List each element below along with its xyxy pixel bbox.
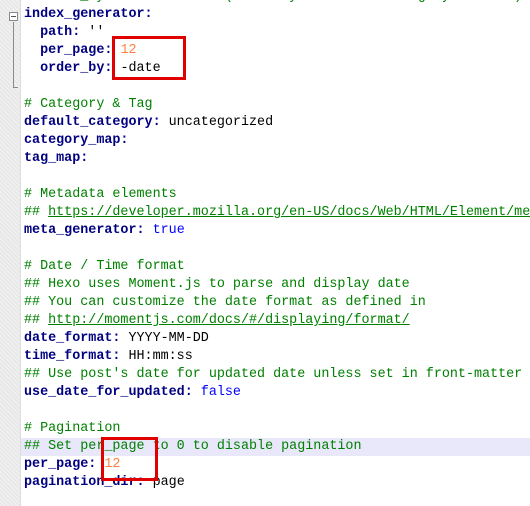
fold-guide-end bbox=[13, 87, 18, 88]
comment-url-link[interactable]: http://momentjs.com/docs/#/displaying/fo… bbox=[48, 313, 410, 328]
config-line[interactable]: index_generator: bbox=[24, 6, 530, 24]
editor-gutter bbox=[0, 0, 21, 506]
code-editor[interactable]: # order_by: Posts order. (Order by date … bbox=[21, 0, 530, 492]
config-line[interactable]: meta_generator: true bbox=[24, 222, 530, 240]
comment-text: # Category & Tag bbox=[24, 97, 153, 112]
config-value: '' bbox=[80, 25, 105, 40]
fold-collapse-icon[interactable] bbox=[9, 12, 18, 21]
comment-line[interactable]: # Metadata elements bbox=[24, 186, 530, 204]
config-line[interactable]: pagination_dir: page bbox=[24, 474, 530, 492]
comment-prefix: ## bbox=[24, 313, 49, 328]
config-value: HH:mm:ss bbox=[120, 349, 193, 364]
config-value: YYYY-MM-DD bbox=[120, 331, 209, 346]
blank-line[interactable] bbox=[24, 168, 530, 186]
comment-link-line[interactable]: ## http://momentjs.com/docs/#/displaying… bbox=[24, 312, 530, 330]
config-key: category_map: bbox=[24, 133, 129, 148]
config-key: order_by: bbox=[40, 61, 113, 76]
config-key: tag_map: bbox=[24, 151, 89, 166]
comment-line[interactable]: # Category & Tag bbox=[24, 96, 530, 114]
comment-line[interactable]: ## You can customize the date format as … bbox=[24, 294, 530, 312]
config-line[interactable]: per_page: 12 bbox=[24, 456, 530, 474]
comment-text: ## Use post's date for updated date unle… bbox=[24, 367, 523, 382]
config-key: date_format: bbox=[24, 331, 121, 346]
comment-line[interactable]: ## Set per_page to 0 to disable paginati… bbox=[21, 438, 530, 456]
config-value: false bbox=[192, 385, 241, 400]
config-key: path: bbox=[40, 25, 81, 40]
config-key: meta_generator: bbox=[24, 223, 145, 238]
config-line[interactable]: time_format: HH:mm:ss bbox=[24, 348, 530, 366]
config-line[interactable]: use_date_for_updated: false bbox=[24, 384, 530, 402]
comment-text: ## You can customize the date format as … bbox=[24, 295, 426, 310]
config-line[interactable]: category_map: bbox=[24, 132, 530, 150]
comment-url-link[interactable]: https://developer.mozilla.org/en-US/docs… bbox=[48, 205, 530, 220]
annotation-box-pagination bbox=[101, 437, 158, 481]
config-line[interactable]: default_category: uncategorized bbox=[24, 114, 530, 132]
config-key: index_generator: bbox=[24, 7, 153, 22]
config-key: default_category: bbox=[24, 115, 161, 130]
comment-line[interactable]: ## Hexo uses Moment.js to parse and disp… bbox=[24, 276, 530, 294]
comment-line[interactable]: # Date / Time format bbox=[24, 258, 530, 276]
config-key: use_date_for_updated: bbox=[24, 385, 193, 400]
blank-line[interactable] bbox=[24, 78, 530, 96]
comment-text: # Metadata elements bbox=[24, 187, 177, 202]
comment-link-line[interactable]: ## https://developer.mozilla.org/en-US/d… bbox=[24, 204, 530, 222]
config-key: time_format: bbox=[24, 349, 121, 364]
blank-line[interactable] bbox=[24, 240, 530, 258]
comment-text: # Date / Time format bbox=[24, 259, 185, 274]
config-value: uncategorized bbox=[160, 115, 274, 130]
config-value: true bbox=[144, 223, 185, 238]
config-line[interactable]: date_format: YYYY-MM-DD bbox=[24, 330, 530, 348]
config-key: per_page: bbox=[40, 43, 113, 58]
comment-text: ## Set per_page to 0 to disable paginati… bbox=[24, 439, 362, 454]
config-line[interactable]: path: '' bbox=[24, 24, 530, 42]
config-line[interactable]: per_page: 12 bbox=[24, 42, 530, 60]
fold-guide-line bbox=[13, 22, 14, 87]
blank-line[interactable] bbox=[24, 402, 530, 420]
config-key: per_page: bbox=[24, 457, 97, 472]
comment-text: ## Hexo uses Moment.js to parse and disp… bbox=[24, 277, 410, 292]
comment-line[interactable]: ## Use post's date for updated date unle… bbox=[24, 366, 530, 384]
comment-prefix: ## bbox=[24, 205, 49, 220]
annotation-box-index-generator bbox=[112, 36, 186, 80]
comment-line[interactable]: # Pagination bbox=[24, 420, 530, 438]
comment-text: # Pagination bbox=[24, 421, 121, 436]
config-line[interactable]: order_by: -date bbox=[24, 60, 530, 78]
comment-text: # order_by: Posts order. (Order by date … bbox=[24, 0, 522, 4]
config-line[interactable]: tag_map: bbox=[24, 150, 530, 168]
